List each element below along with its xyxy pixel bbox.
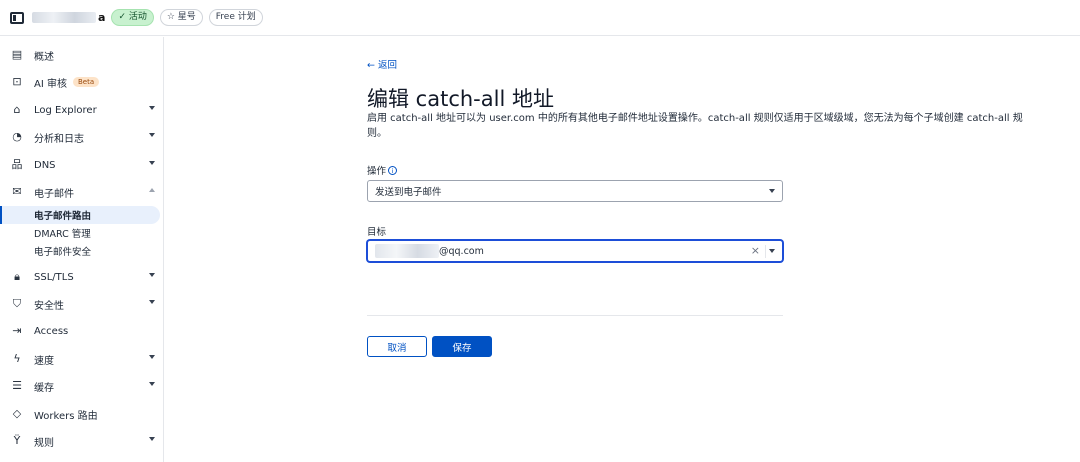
chevron-down-icon — [149, 106, 155, 110]
sidebar-item-label: Log Explorer — [34, 104, 97, 116]
dns-icon: 品 — [11, 158, 23, 171]
chevron-down-icon — [149, 437, 155, 441]
sidebar-item-label: 安全性 — [34, 300, 64, 312]
sidebar-item-speed[interactable]: ϟ 速度 — [0, 347, 164, 371]
info-icon[interactable]: i — [388, 166, 398, 175]
chevron-down-icon — [149, 355, 155, 359]
action-select-value: 发送到电子邮件 — [375, 187, 442, 198]
cache-icon: ☰ — [12, 379, 22, 392]
sidebar-subitem-email-routing[interactable]: 电子邮件路由 — [0, 206, 160, 224]
action-label-text: 操作 — [367, 166, 387, 177]
sidebar-item-rules[interactable]: Ϋ 规则 — [0, 429, 164, 453]
sidebar-subitem-email-security[interactable]: 电子邮件安全 — [0, 242, 164, 260]
sidebar-item-label: AI 审核 — [34, 78, 67, 90]
sidebar-item-workers-routes[interactable]: ◇ Workers 路由 — [0, 402, 164, 426]
sidebar-item-ssl-tls[interactable]: 🔒︎ SSL/TLS — [0, 265, 164, 289]
sidebar-item-email[interactable]: ✉ 电子邮件 — [0, 180, 164, 204]
sidebar-item-label: Access — [34, 325, 69, 337]
sidebar-item-label: 概述 — [34, 51, 54, 63]
document-icon: ▤ — [11, 48, 23, 61]
sidebar-item-ai-audit[interactable]: ⊡ AI 审核 Beta — [0, 70, 164, 94]
target-select[interactable]: @qq.com × — [367, 240, 783, 262]
chevron-down-icon — [149, 273, 155, 277]
analytics-icon: ◔ — [12, 130, 22, 143]
clear-icon[interactable]: × — [751, 244, 760, 257]
sidebar-subitem-dmarc[interactable]: DMARC 管理 — [0, 224, 164, 242]
sidebar-item-overview[interactable]: ▤ 概述 — [0, 43, 164, 67]
ai-audit-icon: ⊡ — [12, 75, 22, 88]
caret-down-icon — [769, 189, 775, 193]
sidebar-item-label: 速度 — [34, 355, 54, 367]
workers-icon: ◇ — [12, 407, 22, 420]
chevron-down-icon — [149, 133, 155, 137]
status-badge: ✓ 活动 — [111, 9, 154, 26]
divider — [765, 245, 766, 258]
website-icon — [10, 11, 24, 24]
divider — [367, 315, 783, 316]
domain-name-suffix: a — [98, 11, 106, 24]
sidebar-item-label: Workers 路由 — [34, 410, 98, 422]
star-button[interactable]: ☆ 星号 — [159, 9, 203, 26]
sidebar-item-analytics[interactable]: ◔ 分析和日志 — [0, 125, 164, 149]
main-content: ← 返回 编辑 catch-all 地址 启用 catch-all 地址可以为 … — [165, 37, 1080, 462]
sidebar: ▤ 概述 ⊡ AI 审核 Beta ⌂ Log Explorer ◔ 分析和日志… — [0, 37, 164, 462]
lightning-icon: ϟ — [13, 352, 21, 365]
save-button[interactable]: 保存 — [432, 336, 492, 357]
sidebar-item-label: 规则 — [34, 437, 54, 449]
sidebar-item-label: 电子邮件 — [34, 188, 74, 200]
rules-icon: Ϋ — [13, 434, 21, 447]
plan-badge[interactable]: Free 计划 — [208, 9, 263, 26]
page-description: 启用 catch-all 地址可以为 user.com 中的所有其他电子邮件地址… — [367, 113, 1023, 139]
action-select[interactable]: 发送到电子邮件 — [367, 180, 783, 202]
log-explorer-icon: ⌂ — [13, 103, 21, 116]
sidebar-item-cache[interactable]: ☰ 缓存 — [0, 374, 164, 398]
action-field-label: 操作 i — [367, 163, 398, 177]
lock-icon: 🔒︎ — [14, 270, 20, 283]
email-icon: ✉ — [12, 185, 22, 198]
sidebar-item-label: 分析和日志 — [34, 133, 84, 145]
sidebar-item-dns[interactable]: 品 DNS — [0, 153, 164, 177]
chevron-up-icon — [149, 188, 155, 192]
cancel-button[interactable]: 取消 — [367, 336, 427, 357]
email-local-part-redacted — [375, 244, 439, 258]
page-title: 编辑 catch-all 地址 — [367, 87, 554, 111]
access-icon: ⇥ — [12, 324, 22, 337]
sidebar-item-access[interactable]: ⇥ Access — [0, 319, 164, 343]
back-link[interactable]: ← 返回 — [367, 57, 397, 71]
domain-name-redacted — [32, 12, 96, 23]
beta-badge: Beta — [72, 77, 100, 87]
target-select-value: @qq.com — [439, 245, 484, 257]
target-label: 目标 — [367, 227, 387, 238]
chevron-down-icon — [149, 382, 155, 386]
sidebar-item-label: 缓存 — [34, 382, 54, 394]
sidebar-item-label: DNS — [34, 159, 56, 171]
sidebar-item-security[interactable]: ⛉ 安全性 — [0, 292, 164, 316]
sidebar-item-label: SSL/TLS — [34, 271, 74, 283]
sidebar-item-log-explorer[interactable]: ⌂ Log Explorer — [0, 98, 164, 122]
top-bar: a ✓ 活动 ☆ 星号 Free 计划 — [0, 0, 1080, 36]
chevron-down-icon — [149, 300, 155, 304]
chevron-down-icon — [149, 161, 155, 165]
shield-icon: ⛉ — [12, 297, 22, 310]
caret-down-icon — [769, 249, 775, 253]
